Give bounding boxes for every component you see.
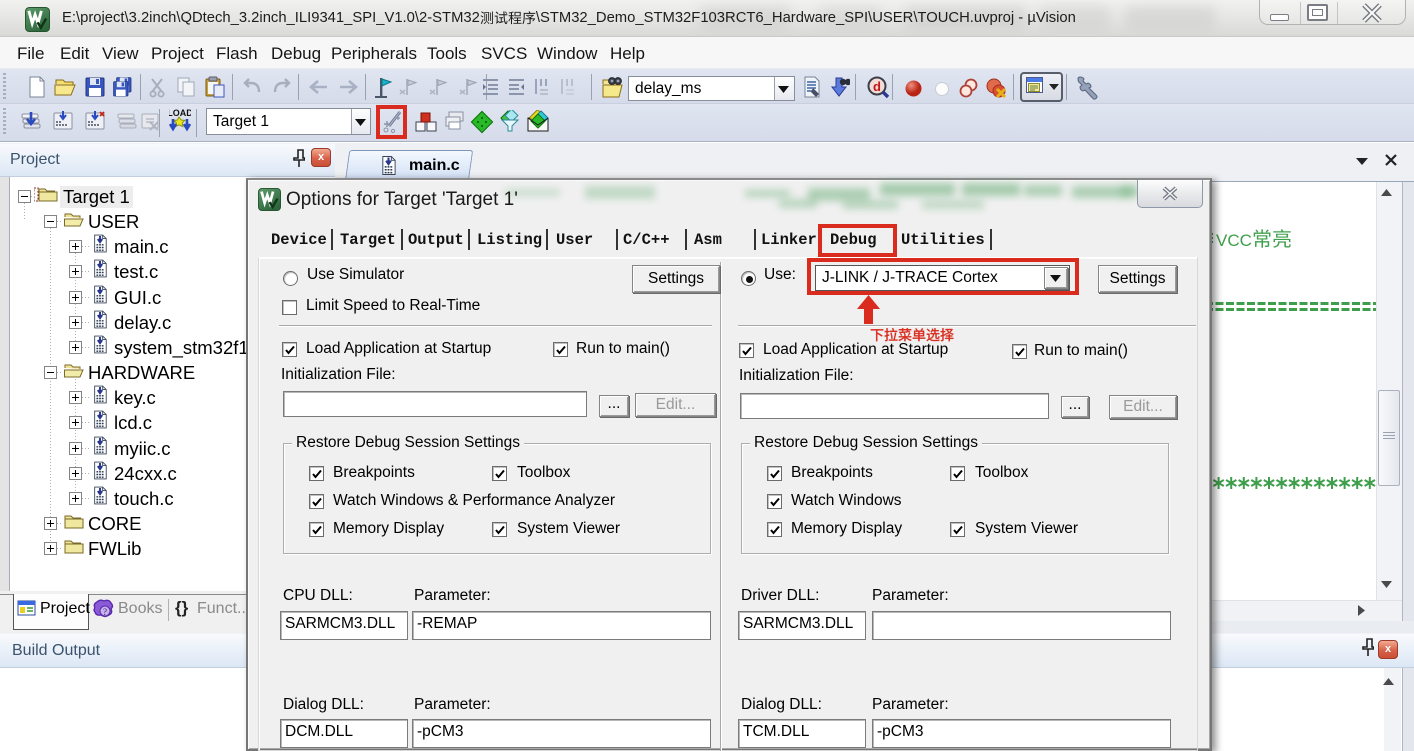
svg-text:d: d <box>873 79 881 94</box>
svg-text:LOAD: LOAD <box>169 108 191 118</box>
svg-text:?: ? <box>103 607 107 617</box>
